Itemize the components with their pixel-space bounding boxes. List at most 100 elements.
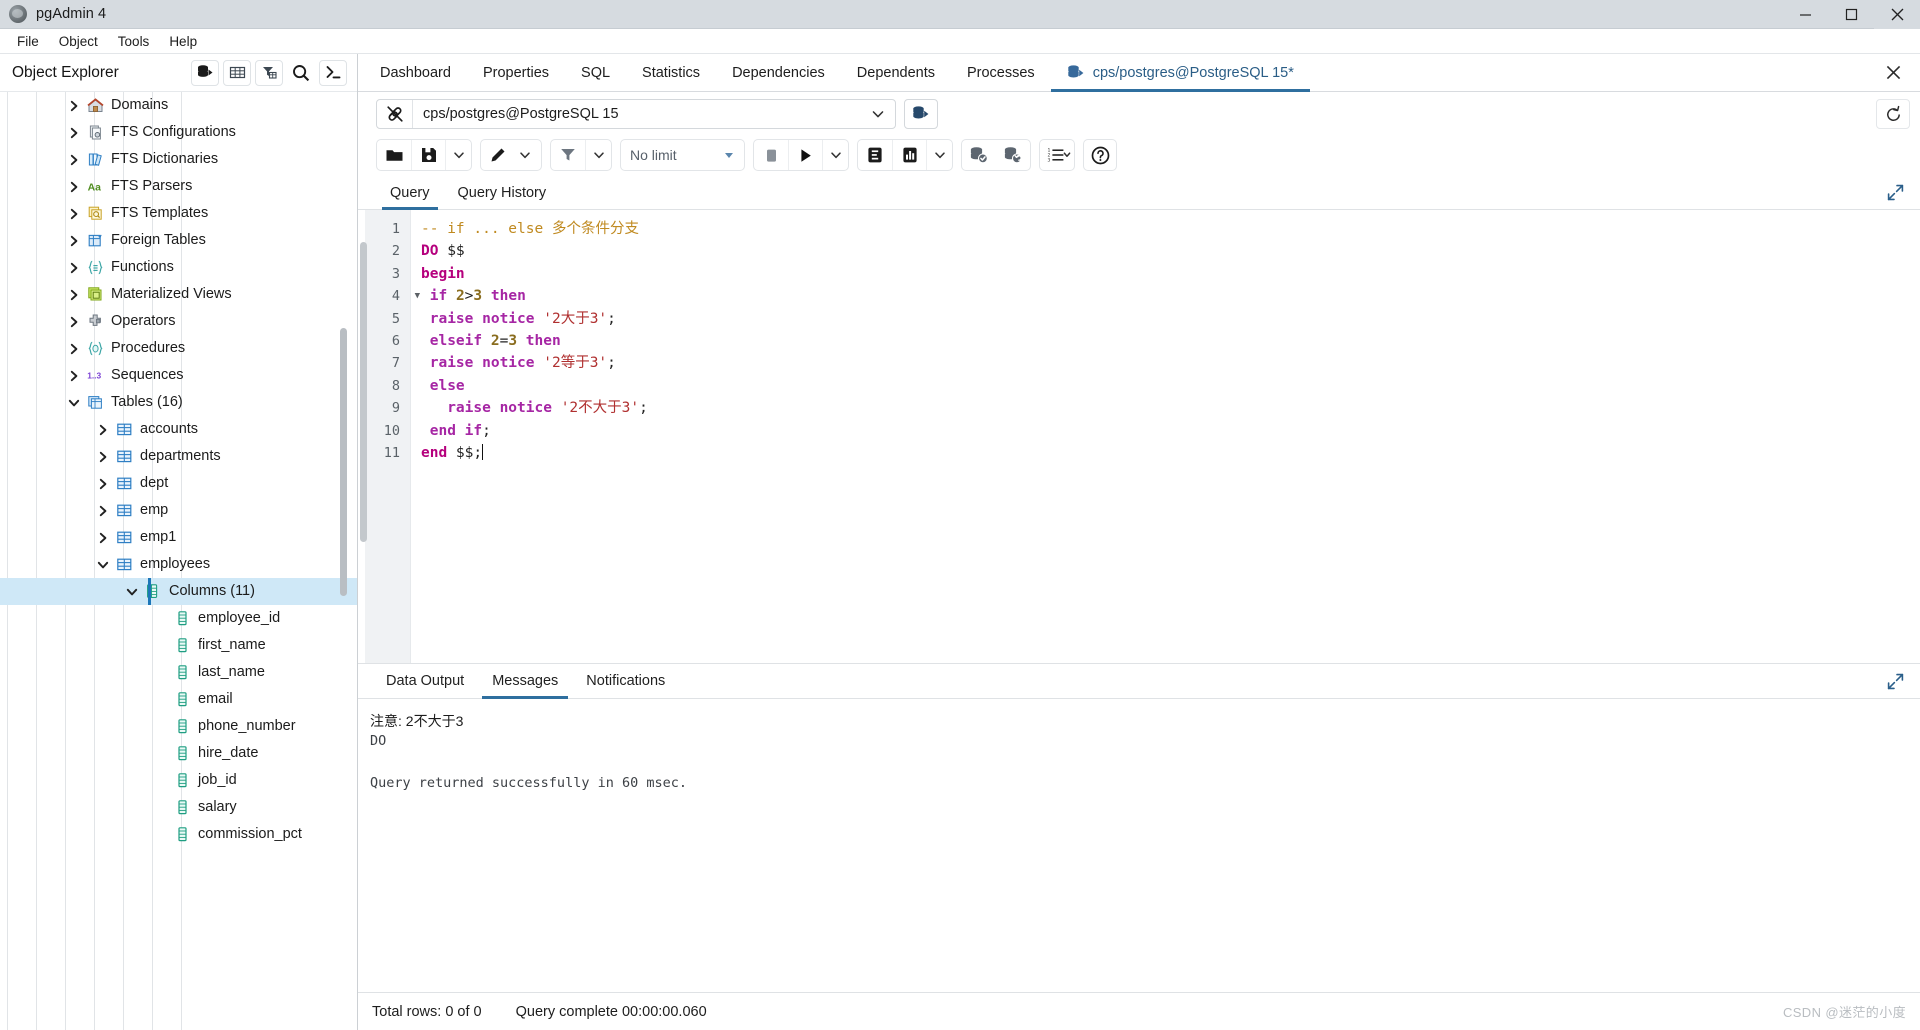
tree-item-functions[interactable]: Functions [0,254,357,281]
tab-dashboard[interactable]: Dashboard [364,54,467,91]
chevron-right-icon[interactable] [65,232,83,250]
tree-item-employee-id[interactable]: employee_id [0,605,357,632]
help-icon[interactable] [1083,139,1117,171]
close-icon[interactable] [1874,0,1920,29]
search-icon[interactable] [287,59,315,86]
chevron-right-icon[interactable] [65,178,83,196]
chevron-right-icon[interactable] [65,340,83,358]
chevron-right-icon[interactable] [94,448,112,466]
explain-analyze-icon[interactable] [892,140,926,170]
editor-code[interactable]: -- if ... else 多个条件分支 DO $$ begin if 2>3 t… [411,210,1920,663]
tree-item-salary[interactable]: salary [0,794,357,821]
stop-icon[interactable] [754,140,788,170]
chevron-down-icon[interactable] [65,394,83,412]
minimize-icon[interactable] [1782,0,1828,29]
filter-icon[interactable] [551,140,585,170]
menu-item-tools[interactable]: Tools [109,32,159,51]
chevron-right-icon[interactable] [94,529,112,547]
tree-item-hire-date[interactable]: hire_date [0,740,357,767]
tree-item-fts-parsers[interactable]: Aa FTS Parsers [0,173,357,200]
tree-item-procedures[interactable]: Procedures [0,335,357,362]
tab-query-history[interactable]: Query History [444,176,561,209]
close-icon[interactable] [1875,54,1920,91]
terminal-icon[interactable] [319,59,347,86]
browser-icon[interactable] [191,59,219,86]
chevron-down-icon[interactable] [861,100,895,128]
tab-notifications[interactable]: Notifications [572,664,679,698]
server-manage-icon[interactable] [904,99,938,129]
execute-play-icon[interactable] [788,140,822,170]
chevron-right-icon[interactable] [65,97,83,115]
tree-item-domains[interactable]: Domains [0,92,357,119]
tree-item-materialized-views[interactable]: Materialized Views [0,281,357,308]
chevron-right-icon[interactable] [65,313,83,331]
edit-dropdown-caret-icon[interactable] [515,140,541,170]
execute-dropdown-caret-icon[interactable] [822,140,848,170]
chevron-right-icon[interactable] [94,502,112,520]
sql-editor[interactable]: 1 2 3 4 ▼ 5 6 7 8 9 10 11 -- if ... else 多个条件分支 DO $… [358,210,1920,664]
tree-item-tables-16[interactable]: Tables (16) [0,389,357,416]
tab-messages[interactable]: Messages [478,664,572,700]
open-file-icon[interactable] [377,140,411,170]
rollback-icon[interactable] [996,140,1030,170]
expand-output-panel-icon[interactable] [1887,664,1920,698]
tab-statistics[interactable]: Statistics [626,54,716,91]
tab-query[interactable]: Query [376,176,444,210]
chevron-right-icon[interactable] [65,367,83,385]
filter-dropdown-caret-icon[interactable] [585,140,611,170]
tree-item-first-name[interactable]: first_name [0,632,357,659]
object-tree[interactable]: Domains FTS Configurations FTS Dictionarie… [0,92,357,1030]
chevron-right-icon[interactable] [65,205,83,223]
tab-data-output[interactable]: Data Output [372,664,478,698]
chevron-down-icon[interactable] [94,556,112,574]
save-dropdown-caret-icon[interactable] [445,140,471,170]
chevron-right-icon[interactable] [94,421,112,439]
tree-scrollbar[interactable] [340,328,347,596]
tab-cps-postgres-postgresql-15[interactable]: cps/postgres@PostgreSQL 15* [1050,54,1311,92]
menu-item-file[interactable]: File [8,32,48,51]
chevron-down-icon[interactable] [123,583,141,601]
tree-item-dept[interactable]: dept [0,470,357,497]
chevron-right-icon[interactable] [65,259,83,277]
menu-item-help[interactable]: Help [160,32,206,51]
explain-icon[interactable] [858,140,892,170]
menu-item-object[interactable]: Object [50,32,107,51]
tree-item-emp1[interactable]: emp1 [0,524,357,551]
chevron-right-icon[interactable] [65,151,83,169]
chevron-right-icon[interactable] [94,475,112,493]
tree-item-accounts[interactable]: accounts [0,416,357,443]
edit-pencil-icon[interactable] [481,140,515,170]
connection-selector[interactable]: cps/postgres@PostgreSQL 15 [376,99,896,129]
tree-item-fts-configurations[interactable]: FTS Configurations [0,119,357,146]
tree-item-sequences[interactable]: 1..3 Sequences [0,362,357,389]
explain-dropdown-caret-icon[interactable] [926,140,952,170]
tab-dependencies[interactable]: Dependencies [716,54,841,91]
chevron-right-icon[interactable] [65,124,83,142]
expand-panel-icon[interactable] [1887,176,1920,209]
filter-table-icon[interactable] [255,59,283,86]
tab-properties[interactable]: Properties [467,54,565,91]
tab-dependents[interactable]: Dependents [841,54,951,91]
tree-item-fts-templates[interactable]: FTS Templates [0,200,357,227]
macros-icon[interactable]: 1 2 3 [1040,140,1074,170]
save-file-icon[interactable] [411,140,445,170]
reset-layout-icon[interactable] [1876,99,1910,129]
editor-scrollbar[interactable] [358,210,367,663]
fold-triangle-icon[interactable]: ▼ [415,285,420,307]
tree-item-columns-11[interactable]: Columns (11) [0,578,357,605]
tree-item-commission-pct[interactable]: commission_pct [0,821,357,848]
tree-item-email[interactable]: email [0,686,357,713]
tree-item-employees[interactable]: employees [0,551,357,578]
tree-item-job-id[interactable]: job_id [0,767,357,794]
tree-item-departments[interactable]: departments [0,443,357,470]
maximize-icon[interactable] [1828,0,1874,29]
tree-item-phone-number[interactable]: phone_number [0,713,357,740]
tab-sql[interactable]: SQL [565,54,626,91]
tree-item-foreign-tables[interactable]: Foreign Tables [0,227,357,254]
tree-item-last-name[interactable]: last_name [0,659,357,686]
tree-item-emp[interactable]: emp [0,497,357,524]
tree-item-operators[interactable]: Operators [0,308,357,335]
commit-icon[interactable] [962,140,996,170]
chevron-right-icon[interactable] [65,286,83,304]
grid-icon[interactable] [223,59,251,86]
